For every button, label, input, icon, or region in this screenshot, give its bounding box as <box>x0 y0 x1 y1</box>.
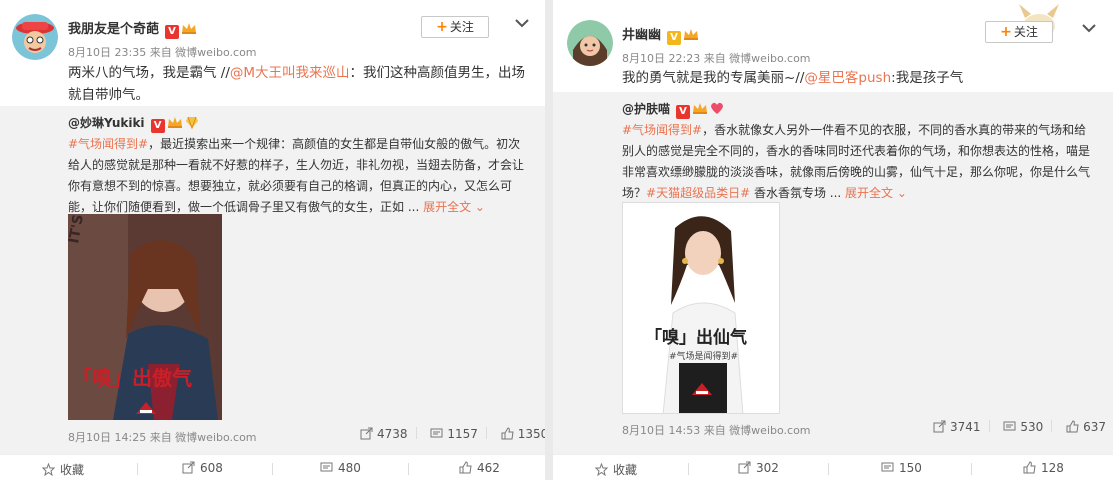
weibo-post-card: 我朋友是个奇葩 V 8月10日 23:35 来自 微博weibo.com + 关注 … <box>0 0 545 480</box>
follow-button[interactable]: + 关注 <box>421 16 489 38</box>
like-button[interactable]: 128 <box>1023 461 1064 475</box>
repost-button[interactable]: 608 <box>182 461 223 475</box>
expand-full-text-link[interactable]: 展开全文 ⌄ <box>845 186 907 200</box>
post-text: 我的勇气就是我的专属美丽~//@星巴客push:我是孩子气 <box>622 70 964 86</box>
repost-stats: 4738 1157 1350 <box>350 427 545 441</box>
comment-button[interactable]: 480 <box>320 461 361 475</box>
verified-v-gold-icon: V <box>667 31 682 45</box>
brand-logo-icon <box>136 402 156 414</box>
repost-icon <box>360 427 373 440</box>
diamond-heart-icon <box>185 116 198 129</box>
repost-icon <box>182 461 195 474</box>
hashtag-link[interactable]: #气场闻得到# <box>68 137 148 151</box>
verified-v-icon: V <box>165 25 180 39</box>
crown-icon <box>182 23 197 34</box>
avatar[interactable] <box>567 20 613 66</box>
repost-count-button[interactable]: 3741 <box>933 420 981 434</box>
comment-icon <box>881 462 894 472</box>
comment-icon <box>1003 421 1016 431</box>
crown-icon <box>167 117 182 128</box>
like-count-button[interactable]: 1350 <box>501 427 545 441</box>
comment-icon <box>320 462 333 472</box>
plus-icon: + <box>1000 24 1012 40</box>
reposted-content: @妙琳Yukiki V #气场闻得到#，最近摸索出来一个规律：高颜值的女生都是自带… <box>0 106 545 454</box>
post-meta: 8月10日 22:23 来自 微博weibo.com <box>622 52 811 65</box>
comment-button[interactable]: 150 <box>881 461 922 475</box>
chevron-down-icon[interactable] <box>1081 22 1097 34</box>
like-count-button[interactable]: 637 <box>1066 420 1106 434</box>
plus-icon: + <box>436 19 448 35</box>
reposted-content: @护肤喵 V #气场闻得到#，香水就像女人另外一件看不见的衣服，不同的香水真的带来… <box>553 92 1113 454</box>
image-subcaption: #气场是闻得到# <box>669 352 739 362</box>
weibo-post-card: 井幽幽 V 8月10日 22:23 来自 微博weibo.com + 关注 我的勇气… <box>553 0 1113 480</box>
action-bar: 收藏 608 480 462 <box>0 454 545 480</box>
thumbs-up-icon <box>459 461 472 474</box>
comment-count-button[interactable]: 1157 <box>430 427 478 441</box>
thumbs-up-icon <box>1023 461 1036 474</box>
author-name[interactable]: 井幽幽 V <box>622 24 699 45</box>
repost-stats: 3741 530 637 <box>923 420 1106 434</box>
author-name[interactable]: 我朋友是个奇葩 V <box>68 18 197 39</box>
comment-icon <box>430 428 443 438</box>
repost-icon <box>738 461 751 474</box>
repost-text: #气场闻得到#，最近摸索出来一个规律：高颜值的女生都是自带仙女般的傲气。初次给人… <box>68 137 525 214</box>
comment-count-button[interactable]: 530 <box>1003 420 1043 434</box>
heart-icon <box>711 102 723 114</box>
verified-v-icon: V <box>150 119 165 133</box>
repost-count-button[interactable]: 4738 <box>360 427 408 441</box>
repost-text: #气场闻得到#，香水就像女人另外一件看不见的衣服，不同的香水真的带来的气场和给别… <box>622 123 1091 200</box>
star-icon <box>41 462 56 477</box>
repost-button[interactable]: 302 <box>738 461 779 475</box>
crown-icon <box>684 29 699 40</box>
repost-footer-meta: 8月10日 14:25 来自 微博weibo.com <box>68 431 257 444</box>
expand-full-text-link[interactable]: 展开全文 ⌄ <box>423 200 485 214</box>
thumbs-up-icon <box>1066 420 1079 433</box>
verified-v-icon: V <box>676 105 691 119</box>
post-text: 两米八的气场，我是霸气 //@M大王叫我来巡山：我们这种高颜值男生，出场就自带帅… <box>68 65 526 103</box>
hashtag-link[interactable]: #气场闻得到# <box>622 123 702 137</box>
post-meta: 8月10日 23:35 来自 微博weibo.com <box>68 46 257 59</box>
image-caption: 「嗅」出傲气 <box>72 366 192 390</box>
brand-logo-icon <box>692 383 712 395</box>
chevron-down-icon[interactable] <box>514 17 530 29</box>
thumbs-up-icon <box>501 427 514 440</box>
action-bar: 收藏 302 150 128 <box>553 454 1113 480</box>
avatar[interactable] <box>12 14 58 60</box>
repost-image[interactable]: IT'S MORE THAN 「嗅」出傲气 <box>68 214 222 420</box>
repost-author[interactable]: @妙琳Yukiki V <box>68 114 199 133</box>
star-icon <box>594 462 609 477</box>
mention-link[interactable]: @星巴客push <box>804 70 891 86</box>
hashtag-link[interactable]: #天猫超级品类日# <box>646 186 750 200</box>
repost-footer-meta: 8月10日 14:53 来自 微博weibo.com <box>622 424 811 437</box>
follow-button[interactable]: + 关注 <box>985 21 1053 43</box>
image-caption: 「嗅」出仙气 <box>645 328 747 348</box>
favorite-button[interactable]: 收藏 <box>594 461 637 478</box>
repost-image[interactable]: 「嗅」出仙气 #气场是闻得到# <box>622 202 780 414</box>
like-button[interactable]: 462 <box>459 461 500 475</box>
mention-link[interactable]: @M大王叫我来巡山 <box>230 65 350 81</box>
repost-icon <box>933 420 946 433</box>
repost-author[interactable]: @护肤喵 V <box>622 100 724 119</box>
crown-icon <box>693 103 708 114</box>
favorite-button[interactable]: 收藏 <box>41 461 84 478</box>
